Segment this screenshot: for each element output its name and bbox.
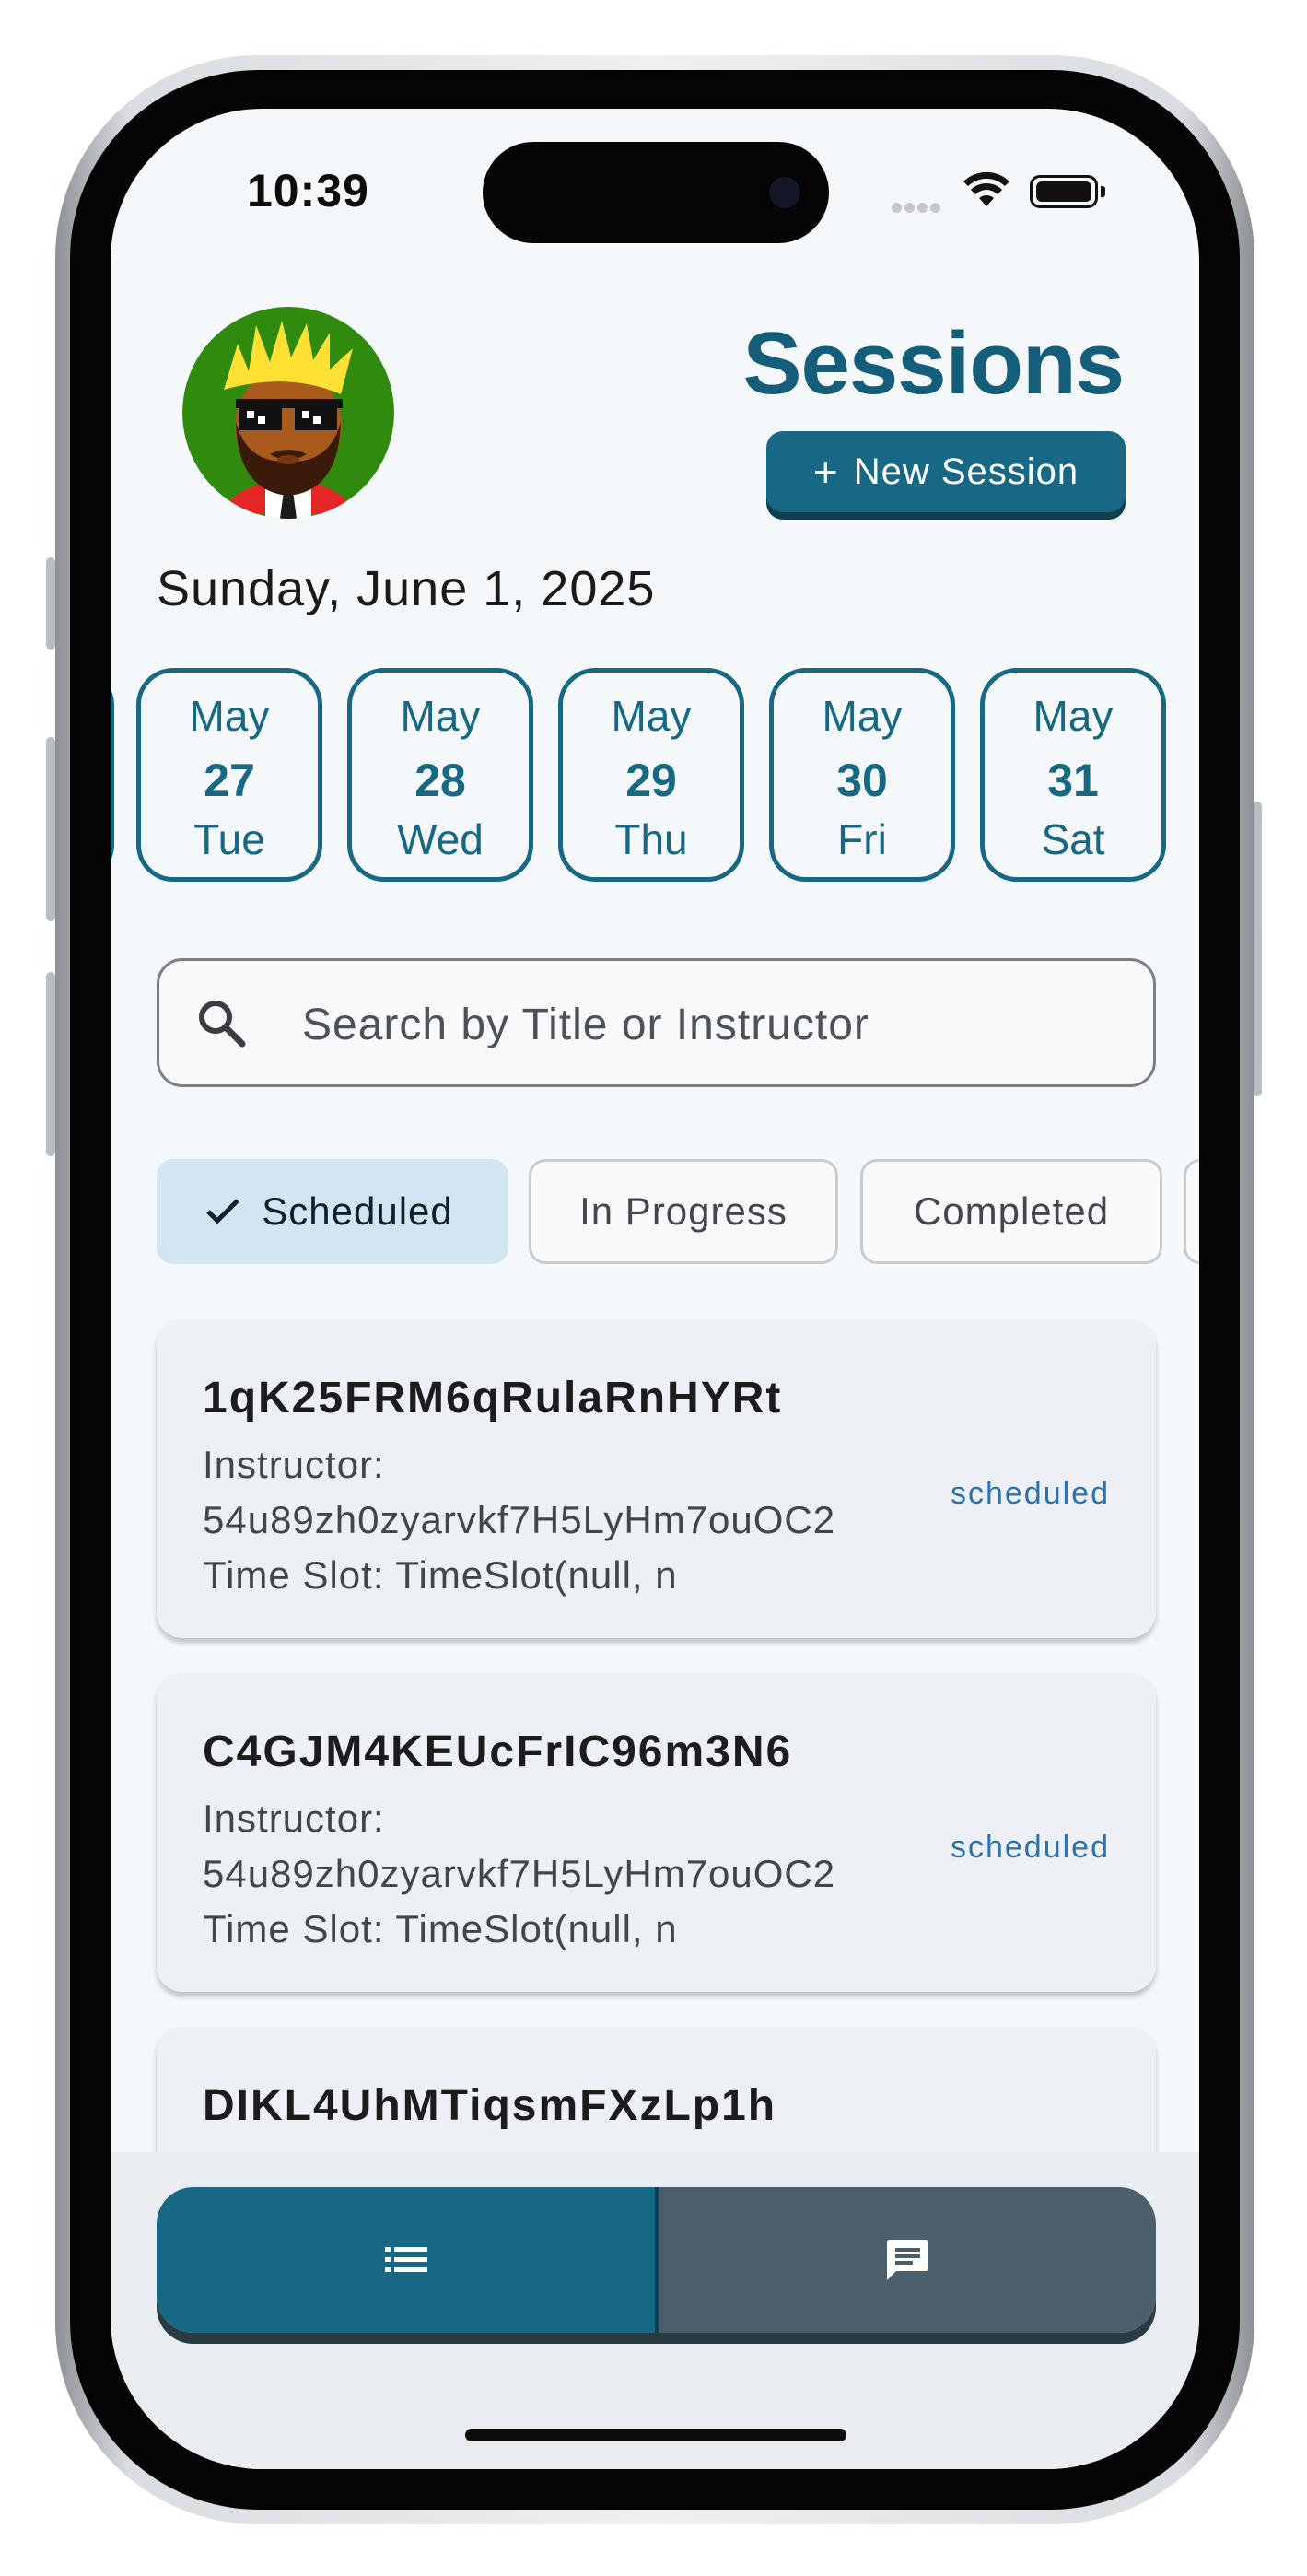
- avatar[interactable]: [182, 307, 394, 519]
- day-card[interactable]: May 30 Fri: [769, 668, 955, 882]
- day-month: May: [822, 692, 903, 740]
- filter-chip-label: Completed: [913, 1189, 1110, 1233]
- day-card[interactable]: May 31 Sat: [980, 668, 1166, 882]
- avatar-illustration: [182, 307, 394, 519]
- new-session-button[interactable]: + New Session: [766, 431, 1126, 512]
- day-card[interactable]: May 28 Wed: [347, 668, 533, 882]
- session-title: C4GJM4KEUcFrIC96m3N6: [203, 1727, 793, 1776]
- new-session-label: New Session: [853, 451, 1079, 492]
- filter-chip-label: In Progress: [579, 1189, 788, 1233]
- filter-chip-completed[interactable]: Completed: [860, 1159, 1162, 1264]
- filter-chip-scheduled[interactable]: Scheduled: [157, 1159, 508, 1264]
- day-number: 28: [414, 755, 466, 806]
- filter-chip-partial[interactable]: [1184, 1159, 1199, 1264]
- search-icon: [199, 1001, 246, 1048]
- day-number: 29: [625, 755, 677, 806]
- nav-tab-sessions[interactable]: [157, 2187, 659, 2333]
- filter-chip-label: Scheduled: [262, 1189, 453, 1233]
- list-icon: [384, 2247, 427, 2272]
- nav-tab-chat[interactable]: [659, 2187, 1156, 2333]
- day-month: May: [400, 692, 481, 740]
- search-placeholder: Search by Title or Instructor: [302, 1001, 869, 1049]
- time-slot: Time Slot: TimeSlot(null, n: [203, 1907, 678, 1950]
- day-number: 31: [1047, 755, 1099, 806]
- app-screen: 10:39 Sessions + New Session Sunday, Jun…: [111, 109, 1199, 2469]
- battery-cap: [1101, 186, 1105, 197]
- day-card-partial[interactable]: [111, 668, 114, 882]
- chat-icon: [886, 2240, 928, 2280]
- check-icon: [206, 1199, 240, 1224]
- status-time: 10:39: [247, 165, 369, 217]
- day-card[interactable]: May 29 Thu: [558, 668, 744, 882]
- filter-chip-in-progress[interactable]: In Progress: [529, 1159, 838, 1264]
- day-weekday: Sat: [1041, 815, 1105, 863]
- search-input[interactable]: Search by Title or Instructor: [157, 958, 1156, 1087]
- instructor-label: Instructor:: [203, 1797, 385, 1840]
- day-card[interactable]: May 27 Tue: [136, 668, 322, 882]
- day-month: May: [611, 692, 692, 740]
- home-indicator[interactable]: [465, 2429, 846, 2441]
- front-camera: [769, 177, 800, 208]
- plus-icon: +: [812, 448, 839, 496]
- status-badge: scheduled: [950, 1830, 1110, 1865]
- status-badge: scheduled: [950, 1476, 1110, 1511]
- cellular-signal-icon: [892, 201, 943, 217]
- instructor-label: Instructor:: [203, 1443, 385, 1486]
- instructor-id: 54u89zh0zyarvkf7H5LyHm7ouOC2: [203, 1498, 836, 1541]
- page-title: Sessions: [742, 314, 1125, 413]
- time-slot: Time Slot: TimeSlot(null, n: [203, 1553, 678, 1597]
- day-weekday: Wed: [397, 815, 484, 863]
- day-weekday: Tue: [193, 815, 265, 863]
- session-card[interactable]: C4GJM4KEUcFrIC96m3N6 Instructor: 54u89zh…: [157, 1673, 1156, 1992]
- day-weekday: Fri: [837, 815, 887, 863]
- dynamic-island: [483, 142, 829, 243]
- current-date: Sunday, June 1, 2025: [157, 561, 656, 616]
- session-card[interactable]: 1qK25FRM6qRulaRnHYRt Instructor: 54u89zh…: [157, 1319, 1156, 1638]
- wifi-icon: [963, 171, 1009, 206]
- volume-down-button: [46, 972, 55, 1156]
- day-month: May: [1033, 692, 1114, 740]
- bottom-nav: [157, 2187, 1156, 2333]
- action-button: [46, 557, 55, 650]
- battery-icon: [1030, 175, 1098, 208]
- day-number: 30: [836, 755, 888, 806]
- volume-up-button: [46, 737, 55, 921]
- day-number: 27: [204, 755, 255, 806]
- instructor-id: 54u89zh0zyarvkf7H5LyHm7ouOC2: [203, 1852, 836, 1895]
- session-title: 1qK25FRM6qRulaRnHYRt: [203, 1374, 783, 1423]
- day-month: May: [189, 692, 270, 740]
- session-title: DIKL4UhMTiqsmFXzLp1h: [203, 2081, 777, 2130]
- day-weekday: Thu: [614, 815, 688, 863]
